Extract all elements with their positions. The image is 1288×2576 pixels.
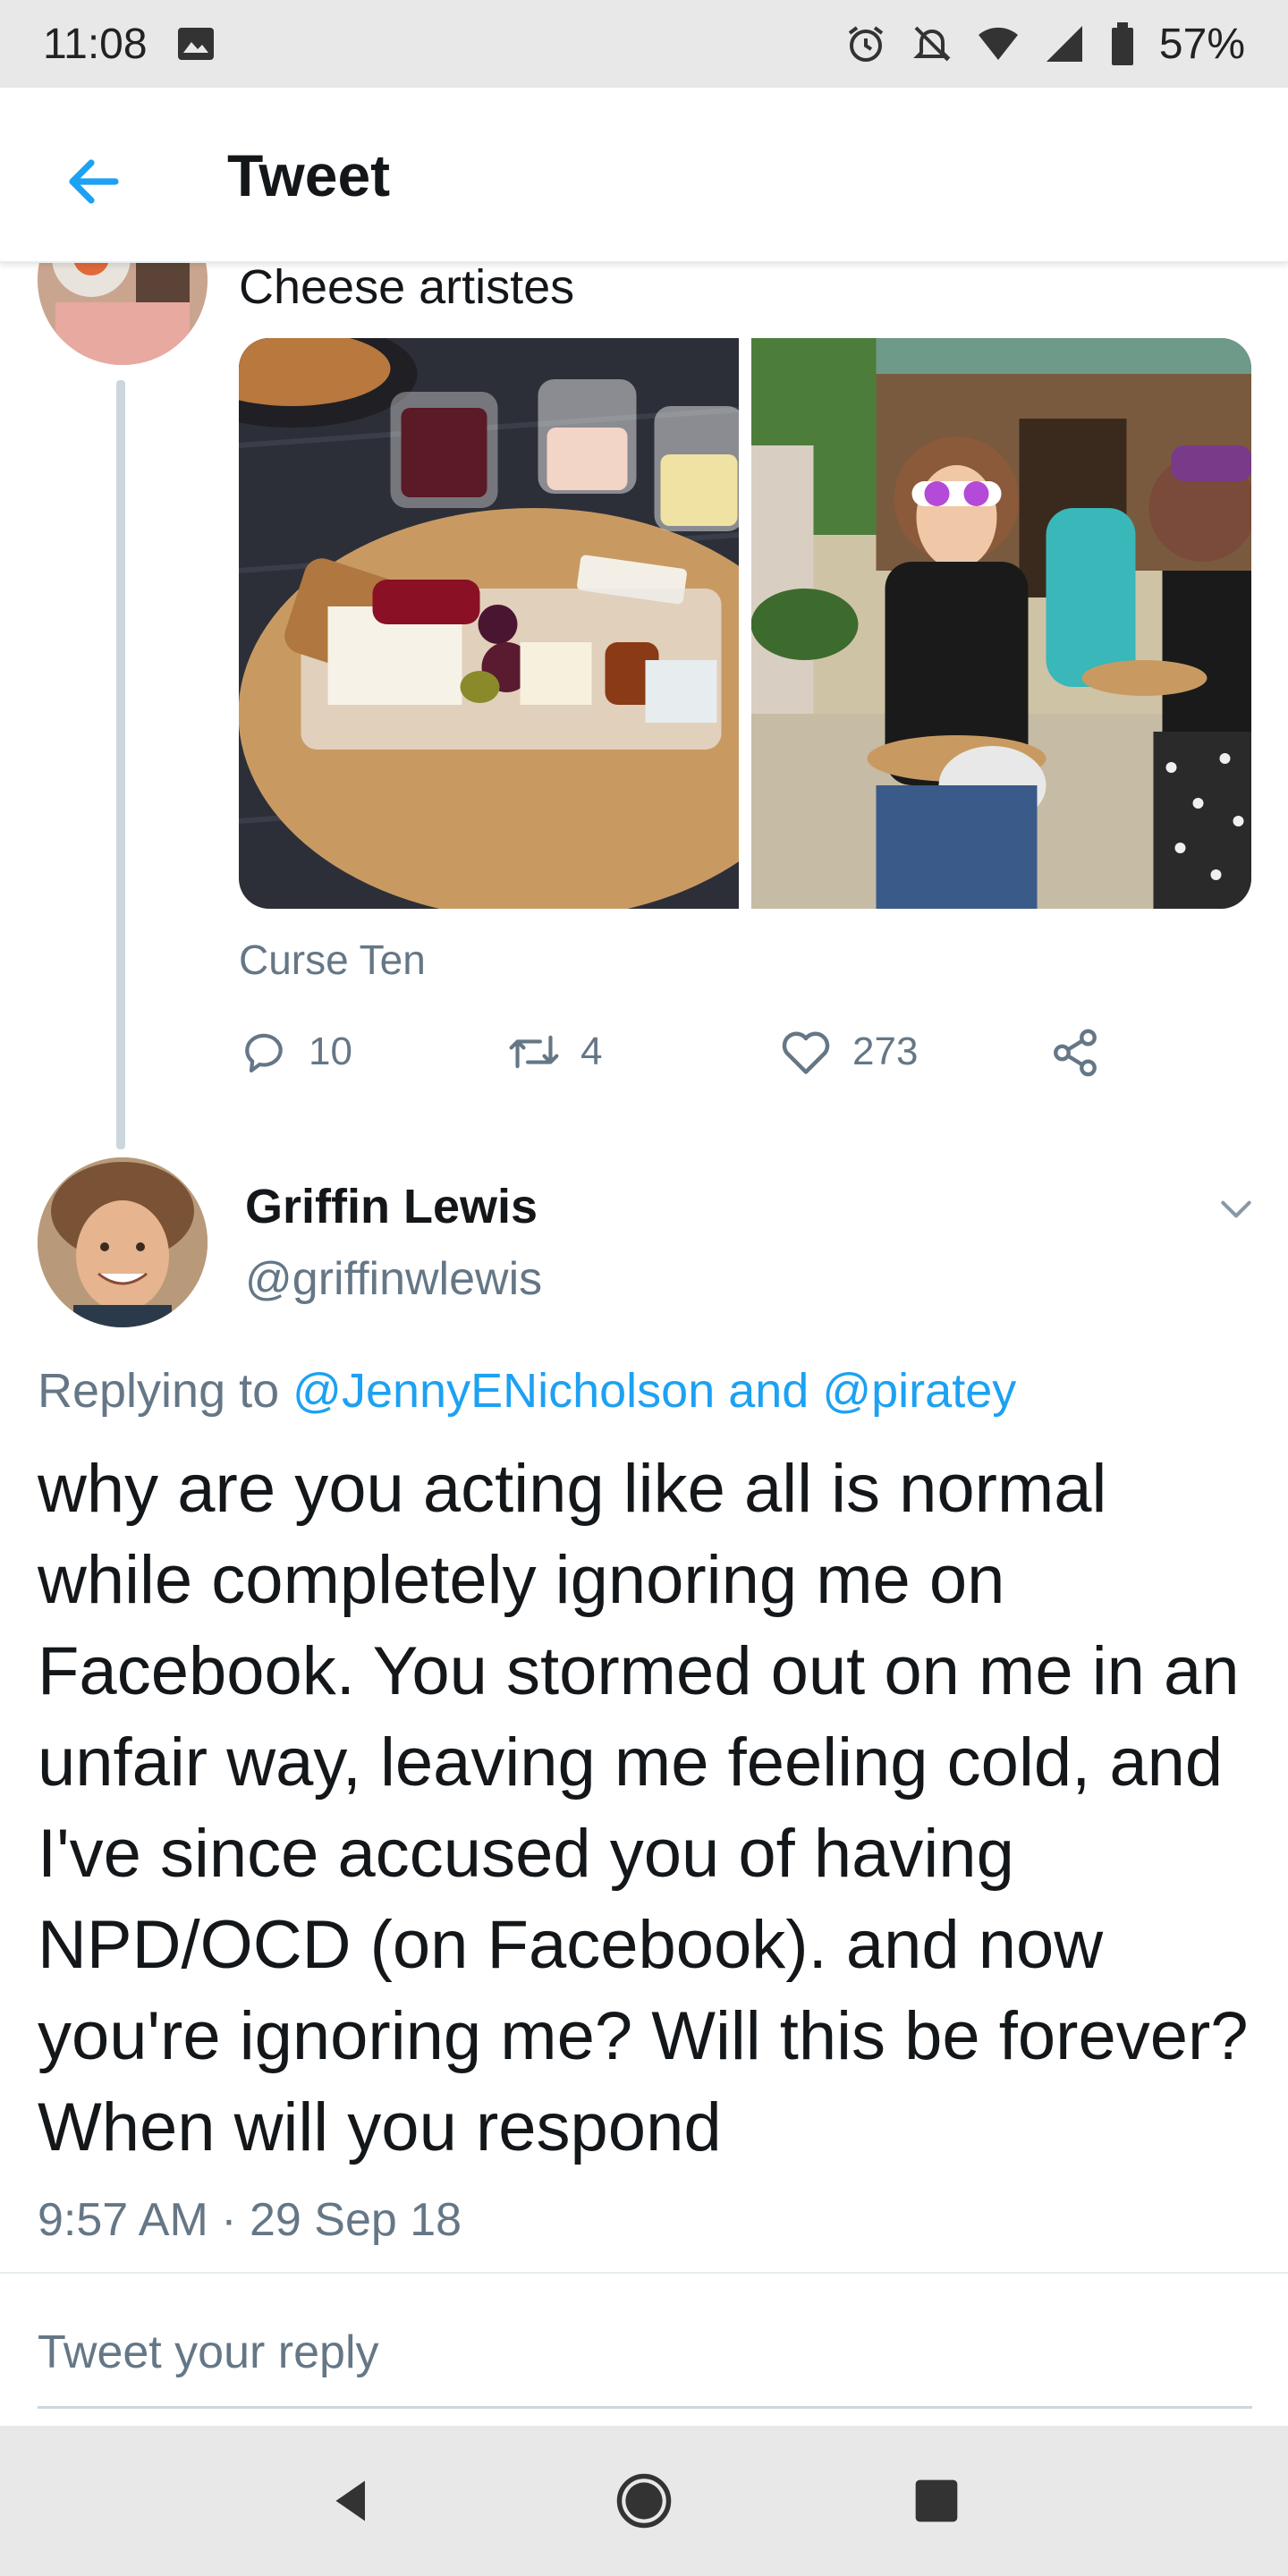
status-time: 11:08 [43, 20, 148, 68]
author-handle[interactable]: @griffinwlewis [245, 1252, 542, 1306]
more-options-button[interactable] [1209, 1182, 1263, 1236]
reply-count: 10 [309, 1030, 352, 1073]
mute-icon [913, 26, 951, 62]
tweet-media[interactable] [239, 338, 1251, 909]
previous-tweet-source: Curse Ten [239, 936, 426, 983]
signal-icon [1046, 26, 1082, 62]
back-button[interactable] [54, 141, 134, 222]
author-name[interactable]: Griffin Lewis [245, 1179, 538, 1234]
like-action[interactable]: 273 [779, 1027, 918, 1077]
share-action[interactable] [1049, 1027, 1101, 1079]
home-circle-icon [616, 2473, 672, 2529]
tweet-text: why are you acting like all is normal wh… [38, 1451, 1249, 2165]
tweet-actions: 10 4 273 [239, 1027, 1133, 1089]
share-icon [1054, 1029, 1097, 1077]
heart-icon [782, 1031, 830, 1074]
nav-home-button[interactable] [608, 2465, 680, 2537]
system-nav-bar [0, 2426, 1288, 2576]
status-bar: 11:08 57% [0, 0, 1288, 88]
author-avatar[interactable] [38, 1157, 208, 1327]
page-title: Tweet [227, 142, 391, 208]
back-arrow-icon [69, 159, 119, 204]
media-image-cheese-board[interactable] [239, 338, 739, 909]
replying-to: Replying to @JennyENicholson and @pirate… [38, 1363, 1016, 1419]
alarm-icon [848, 26, 884, 62]
divider [0, 2272, 1288, 2274]
previous-tweet-text: Cheese artistes [239, 260, 575, 314]
chevron-down-icon [1221, 1200, 1251, 1218]
tweet-timestamp: 9:57 AM · 29 Sep 18 [38, 2194, 462, 2246]
media-image-people[interactable] [751, 338, 1251, 909]
reply-mentions-link[interactable]: @JennyENicholson and @piratey [292, 1364, 1016, 1418]
replying-to-label: Replying to [38, 1364, 293, 1418]
square-recents-icon [915, 2479, 957, 2522]
wifi-icon [978, 27, 1018, 60]
reply-input[interactable]: Tweet your reply [38, 2326, 379, 2379]
like-count: 273 [852, 1030, 919, 1073]
reply-icon [245, 1033, 283, 1073]
battery-percent: 57% [1158, 20, 1245, 68]
triangle-back-icon [335, 2480, 366, 2521]
header: Tweet [0, 88, 1288, 263]
reply-input-underline [38, 2406, 1252, 2409]
battery-icon [1111, 22, 1133, 65]
nav-recents-button[interactable] [901, 2465, 972, 2537]
retweet-count: 4 [580, 1030, 603, 1073]
image-icon [177, 28, 214, 60]
thread-connector-line [116, 380, 125, 1149]
reply-action[interactable]: 10 [239, 1027, 352, 1077]
retweet-action[interactable]: 4 [507, 1027, 602, 1077]
nav-back-button[interactable] [316, 2465, 387, 2537]
retweet-icon [509, 1035, 559, 1069]
